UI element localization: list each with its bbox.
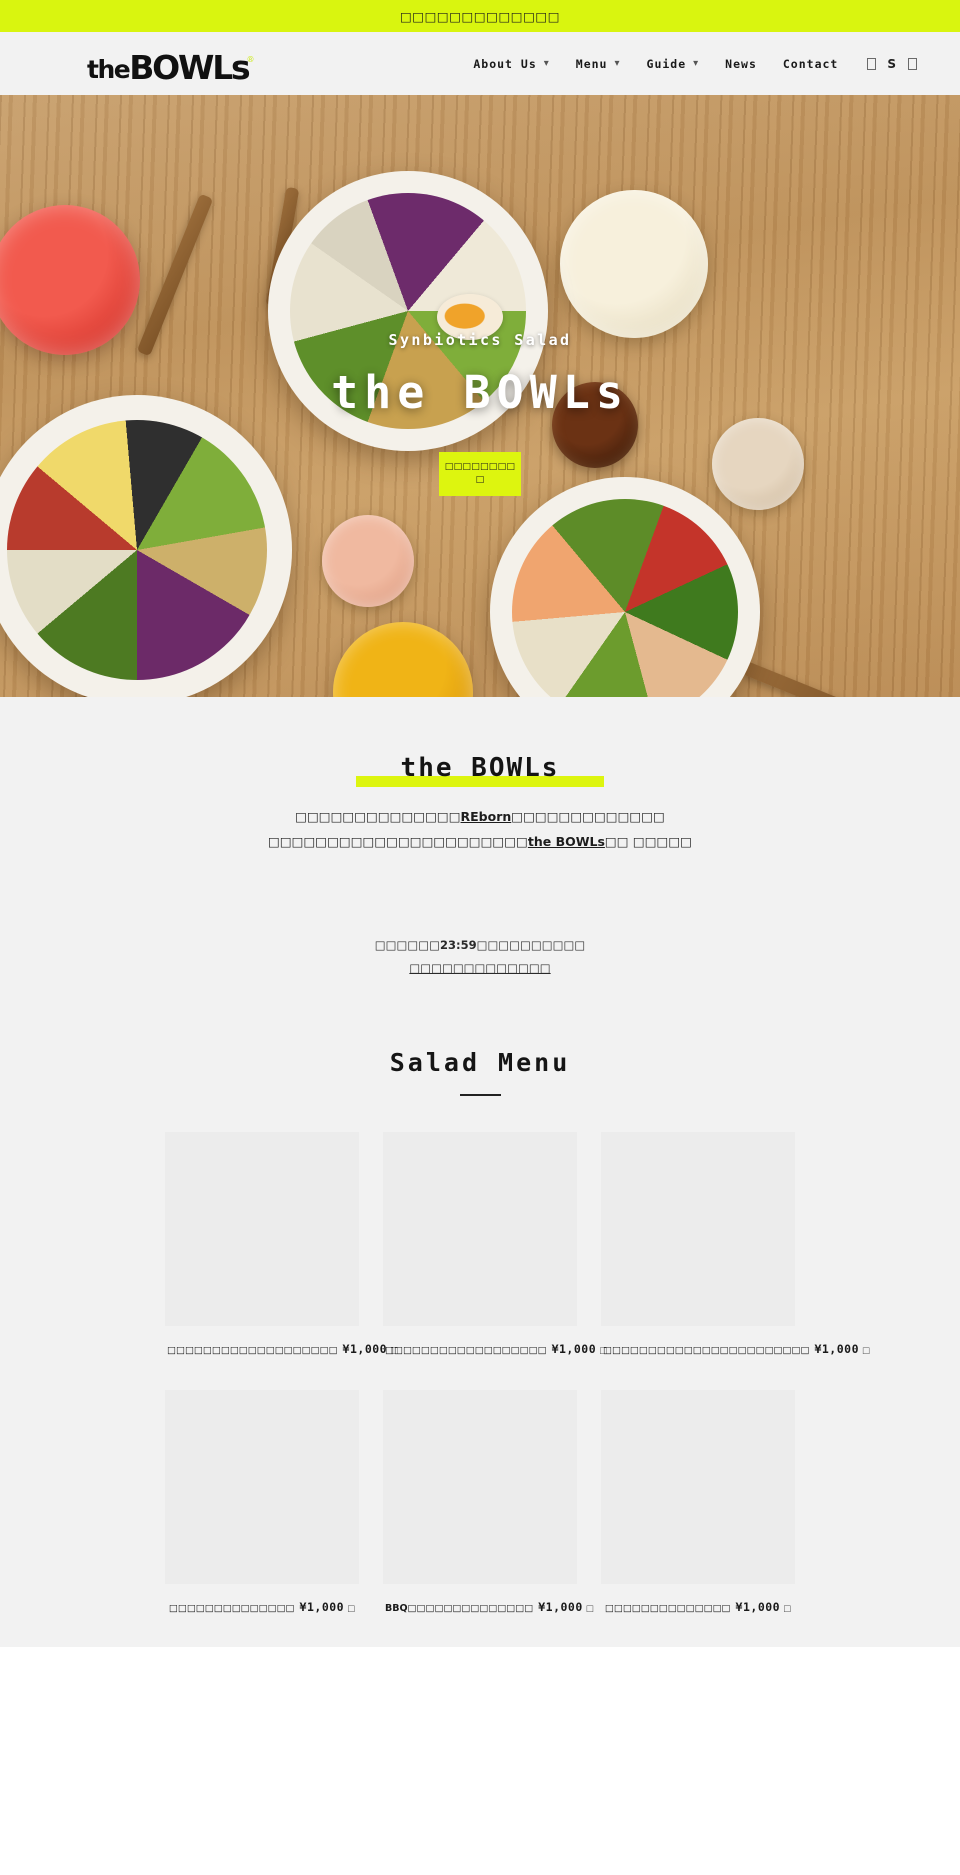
announcement-bar[interactable]: □□□□□□□□□□□□□ xyxy=(0,0,960,32)
site-header: the BOWLs ® About Us ▾ Menu ▾ Guide ▾ Ne… xyxy=(0,32,960,95)
announcement-text: □□□□□□□□□□□□□ xyxy=(399,8,561,24)
cart-icon[interactable] xyxy=(900,52,924,76)
product-price: ¥1,000 xyxy=(735,1599,781,1614)
logo-bowls-text: BOWLs xyxy=(129,47,250,87)
product-name: □□□□□□□□□□□□□□ xyxy=(604,1602,731,1614)
product-card[interactable]: BBQ□□□□□□□□□□□□□□ ¥1,000 □ xyxy=(383,1389,594,1648)
product-image-placeholder xyxy=(165,1132,359,1326)
product-image-placeholder xyxy=(601,1389,795,1584)
nav-item-about-us[interactable]: About Us ▾ xyxy=(460,57,562,71)
product-image-placeholder xyxy=(601,1132,795,1326)
product-name: □□□□□□□□□□□□□□ xyxy=(168,1602,295,1614)
hero-banner: Synbiotics Salad the BOWLs □□□□□□□□ □ xyxy=(0,95,960,697)
hero-cta-button[interactable]: □□□□□□□□ □ xyxy=(439,452,521,496)
about-title: the BOWLs xyxy=(400,753,560,783)
nav-label-menu: Menu xyxy=(575,56,608,71)
product-price: ¥1,000 xyxy=(538,1599,583,1614)
chevron-down-icon: ▾ xyxy=(543,58,550,69)
product-card[interactable]: □□□□□□□□□□□□□□□□□□□□□□□ ¥1,000 □ xyxy=(601,1132,870,1390)
product-image-placeholder xyxy=(165,1389,359,1584)
product-name: □□□□□□□□□□□□□□□□□□ xyxy=(385,1345,547,1356)
product-name: □□□□□□□□□□□□□□□□□□□ xyxy=(167,1345,338,1356)
account-icon[interactable]: S xyxy=(883,57,900,71)
product-card[interactable]: □□□□□□□□□□□□□□ ¥1,000 □ xyxy=(601,1389,795,1648)
product-price: ¥1,000 xyxy=(814,1342,859,1356)
nav-label-contact: Contact xyxy=(782,56,839,71)
main-navigation: About Us ▾ Menu ▾ Guide ▾ News Contact S xyxy=(460,52,924,76)
salad-menu-section: Salad Menu □□□□□□□□□□□□□□□□□□□ ¥1,000 □ □□… xyxy=(0,980,960,1648)
product-label: BBQ□□□□□□□□□□□□□□ ¥1,000 □ xyxy=(383,1597,594,1648)
about-section: the BOWLs □□□□□□□□□□□□□□REborn□□□□□□□□□□… xyxy=(0,697,960,980)
product-card[interactable]: □□□□□□□□□□□□□□□□□□ ¥1,000 □ xyxy=(383,1132,607,1390)
about-link-reborn[interactable]: REborn xyxy=(461,809,512,824)
product-price-suffix: □ xyxy=(783,1603,792,1614)
nav-item-contact[interactable]: Contact xyxy=(770,57,851,71)
product-label: □□□□□□□□□□□□□□□□□□□ ¥1,000 □ xyxy=(165,1339,398,1390)
about-line2-post: □□ □□□□□ xyxy=(604,834,692,849)
search-icon[interactable] xyxy=(859,52,883,76)
nav-item-guide[interactable]: Guide ▾ xyxy=(634,57,713,71)
nav-item-news[interactable]: News xyxy=(712,57,770,71)
pink-sauce-cup xyxy=(322,515,414,607)
nav-label-news: News xyxy=(725,56,757,71)
nav-label-about-us: About Us xyxy=(473,56,537,71)
product-image-placeholder xyxy=(383,1132,577,1326)
product-name: □□□□□□□□□□□□□□□□□□□□□□□ xyxy=(603,1345,810,1356)
product-label: □□□□□□□□□□□□□□□□□□□□□□□ ¥1,000 □ xyxy=(601,1339,870,1390)
about-link-the-bowls[interactable]: the BOWLs xyxy=(528,834,605,849)
chevron-down-icon: ▾ xyxy=(693,58,700,69)
business-hours-link[interactable]: □□□□□□□□□□□□□ xyxy=(409,957,550,980)
product-card[interactable]: □□□□□□□□□□□□□□ ¥1,000 □ xyxy=(165,1389,359,1648)
business-hours-block: □□□□□□23:59□□□□□□□□□□ □□□□□□□□□□□□□ xyxy=(0,934,960,980)
product-name: BBQ□□□□□□□□□□□□□□ xyxy=(385,1602,534,1614)
logo-the-text: the xyxy=(87,54,131,84)
site-logo[interactable]: the BOWLs ® xyxy=(87,44,257,84)
hero-title: the BOWLs xyxy=(331,366,629,419)
salad-menu-title: Salad Menu xyxy=(389,1048,571,1077)
hero-cta-label: □□□□□□□□ □ xyxy=(444,461,516,486)
about-line1-pre: □□□□□□□□□□□□□□ xyxy=(295,809,461,824)
header-icon-group: S xyxy=(859,52,924,76)
milk-drink-glass xyxy=(560,190,708,338)
product-price-suffix: □ xyxy=(862,1346,871,1356)
hero-subtitle: Synbiotics Salad xyxy=(388,331,572,349)
nav-item-menu[interactable]: Menu ▾ xyxy=(563,57,634,71)
product-label: □□□□□□□□□□□□□□ ¥1,000 □ xyxy=(165,1597,359,1648)
product-price-suffix: □ xyxy=(347,1603,356,1614)
product-label: □□□□□□□□□□□□□□ ¥1,000 □ xyxy=(601,1597,795,1648)
nav-label-guide: Guide xyxy=(646,56,687,71)
about-paragraph: □□□□□□□□□□□□□□REborn□□□□□□□□□□□□□ □□□□□□… xyxy=(0,804,960,854)
product-price-suffix: □ xyxy=(585,1603,594,1614)
product-label: □□□□□□□□□□□□□□□□□□ ¥1,000 □ xyxy=(383,1339,607,1390)
product-price: ¥1,000 xyxy=(551,1342,597,1356)
hours-post: □□□□□□□□□□ xyxy=(476,938,586,952)
hero-content: Synbiotics Salad the BOWLs □□□□□□□□ □ xyxy=(0,331,960,496)
about-line1-post: □□□□□□□□□□□□□ xyxy=(511,809,665,824)
product-card[interactable]: □□□□□□□□□□□□□□□□□□□ ¥1,000 □ xyxy=(165,1132,398,1390)
about-line2-pre: □□□□□□□□□□□□□□□□□□□□□□ xyxy=(268,834,528,849)
product-image-placeholder xyxy=(383,1389,577,1584)
product-price: ¥1,000 xyxy=(299,1599,345,1614)
product-price: ¥1,000 xyxy=(342,1342,388,1356)
chevron-down-icon: ▾ xyxy=(614,58,621,69)
hours-pre: □□□□□□ xyxy=(374,938,440,952)
hours-time: 23:59 xyxy=(439,938,477,952)
product-grid: □□□□□□□□□□□□□□□□□□□ ¥1,000 □ □□□□□□□□□□□□□… xyxy=(0,1096,960,1647)
business-hours-text: □□□□□□23:59□□□□□□□□□□ xyxy=(0,934,960,957)
